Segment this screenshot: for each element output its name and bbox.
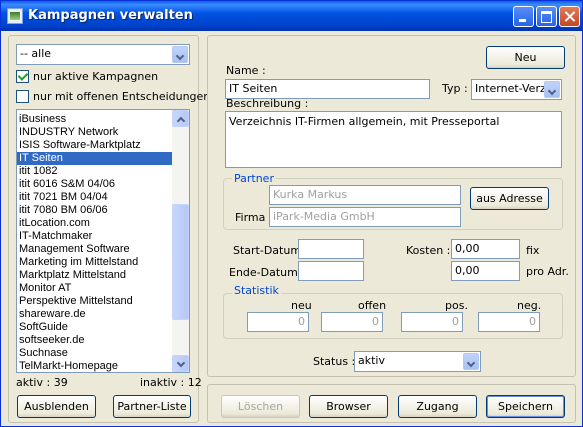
cost-label: Kosten :	[406, 244, 451, 257]
hide-button[interactable]: Ausblenden	[17, 395, 96, 418]
list-scrollbar[interactable]	[172, 110, 189, 372]
partner-list-button[interactable]: Partner-Liste	[113, 395, 191, 418]
chevron-down-icon[interactable]	[544, 81, 560, 98]
chevron-down-icon[interactable]	[463, 353, 479, 370]
stat-negative-value: 0	[478, 312, 540, 332]
campaign-list-items: iBusiness INDUSTRY Network ISIS Software…	[17, 113, 172, 372]
scroll-up-arrow-icon[interactable]	[172, 110, 189, 127]
list-item[interactable]: itit 1082	[17, 165, 172, 178]
window: Kampagnen verwalten -- alle nur aktive K…	[0, 0, 583, 427]
title-bar[interactable]: Kampagnen verwalten	[1, 1, 582, 31]
list-item[interactable]: itLocation.com	[17, 217, 172, 230]
new-button[interactable]: Neu	[486, 46, 565, 69]
type-select[interactable]: Internet-Verze	[471, 79, 562, 100]
chevron-down-icon[interactable]	[172, 46, 188, 63]
end-date-input[interactable]	[298, 261, 364, 281]
active-count: aktiv : 39	[16, 376, 68, 389]
name-label: Name :	[226, 64, 266, 77]
start-date-label: Start-Datum :	[233, 244, 309, 257]
campaign-filter-value: -- alle	[20, 47, 52, 60]
list-item[interactable]: Perspektive Mittelstand	[17, 295, 172, 308]
cost-fixed-unit: fix	[526, 244, 540, 257]
list-item[interactable]: Management Software	[17, 243, 172, 256]
inactive-count: inaktiv : 12	[140, 376, 202, 389]
delete-button[interactable]: Löschen	[221, 395, 300, 418]
from-address-button[interactable]: aus Adresse	[470, 187, 549, 210]
stat-new-value: 0	[247, 312, 309, 332]
scroll-thumb[interactable]	[172, 204, 189, 320]
stat-positive-label: pos.	[445, 299, 468, 312]
type-select-value: Internet-Verze	[475, 82, 553, 95]
cost-per-address-input[interactable]: 0,00	[451, 261, 520, 281]
company-label: Firma :	[235, 211, 273, 224]
only-active-checkbox[interactable]	[16, 70, 29, 83]
list-item[interactable]: Suchnase	[17, 347, 172, 360]
status-select-value: aktiv	[358, 354, 385, 367]
only-active-label: nur aktive Kampagnen	[33, 70, 159, 83]
save-button[interactable]: Speichern	[486, 395, 565, 418]
minimize-button[interactable]	[513, 6, 534, 27]
stat-positive-value: 0	[401, 312, 463, 332]
list-item[interactable]: itit 6016 S&M 04/06	[17, 178, 172, 191]
list-item[interactable]: IT-Matchmaker	[17, 230, 172, 243]
close-button[interactable]	[559, 6, 580, 27]
maximize-button[interactable]	[536, 6, 557, 27]
stat-negative-label: neg.	[517, 299, 542, 312]
scroll-down-arrow-icon[interactable]	[172, 355, 189, 372]
app-icon	[7, 8, 23, 24]
list-item[interactable]: INDUSTRY Network	[17, 126, 172, 139]
partner-group-title: Partner	[232, 172, 276, 185]
list-item[interactable]: Monitor AT	[17, 282, 172, 295]
partner-company-input[interactable]: iPark-Media GmbH	[269, 207, 461, 227]
campaign-list[interactable]: iBusiness INDUSTRY Network ISIS Software…	[16, 109, 190, 373]
status-label: Status :	[313, 355, 356, 368]
status-select[interactable]: aktiv	[354, 351, 481, 372]
only-open-decisions-label: nur mit offenen Entscheidungen	[33, 90, 211, 103]
list-item[interactable]: ISIS Software-Marktplatz	[17, 139, 172, 152]
statistics-group-title: Statistik	[232, 284, 281, 297]
list-item[interactable]: Marktplatz Mittelstand	[17, 269, 172, 282]
description-textarea[interactable]: Verzeichnis IT-Firmen allgemein, mit Pre…	[225, 111, 562, 168]
stat-open-label: offen	[358, 299, 387, 312]
access-button[interactable]: Zugang	[398, 395, 477, 418]
list-item[interactable]: itit 7021 BM 04/04	[17, 191, 172, 204]
only-open-decisions-checkbox[interactable]	[16, 90, 29, 103]
list-item[interactable]: iBusiness	[17, 113, 172, 126]
end-date-label: Ende-Datum :	[229, 266, 306, 279]
list-item[interactable]: TelMarkt-Homepage	[17, 360, 172, 372]
start-date-input[interactable]	[298, 239, 364, 259]
stat-new-label: neu	[291, 299, 312, 312]
list-item[interactable]: softseeker.de	[17, 334, 172, 347]
list-item[interactable]: shareware.de	[17, 308, 172, 321]
type-label: Typ :	[442, 82, 468, 95]
description-label: Beschreibung :	[226, 97, 309, 110]
cost-fixed-input[interactable]: 0,00	[451, 239, 520, 259]
campaign-filter-select[interactable]: -- alle	[16, 44, 190, 65]
stat-open-value: 0	[321, 312, 383, 332]
name-input[interactable]: IT Seiten	[225, 79, 430, 99]
browser-button[interactable]: Browser	[309, 395, 388, 418]
partner-person-input[interactable]: Kurka Markus	[269, 185, 461, 205]
cost-per-address-unit: pro Adr.	[526, 265, 569, 278]
list-item[interactable]: Marketing im Mittelstand	[17, 256, 172, 269]
window-title: Kampagnen verwalten	[28, 8, 193, 23]
list-item[interactable]: SoftGuide	[17, 321, 172, 334]
list-item-selected[interactable]: IT Seiten	[17, 152, 172, 165]
list-item[interactable]: itit 7080 BM 06/06	[17, 204, 172, 217]
